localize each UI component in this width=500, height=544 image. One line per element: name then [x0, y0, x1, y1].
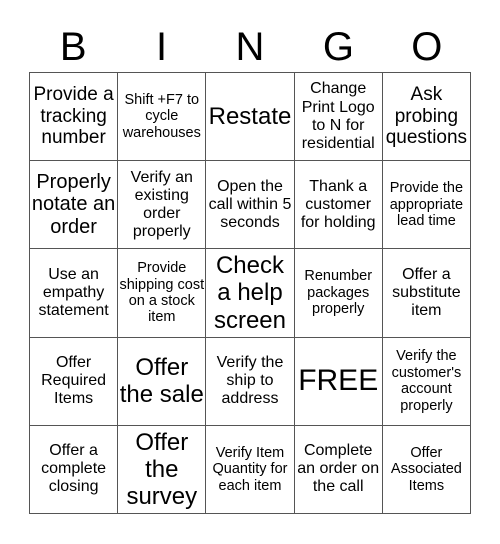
bingo-cell-i2[interactable]: Verify an existing order properly — [118, 161, 207, 250]
header-letter-i: I — [156, 25, 168, 69]
bingo-cell-n2[interactable]: Open the call within 5 seconds — [206, 161, 295, 250]
bingo-cell-o3[interactable]: Offer a substitute item — [382, 249, 471, 338]
bingo-cell-n4[interactable]: Verify the ship to address — [206, 337, 295, 426]
bingo-cell-g1[interactable]: Change Print Logo to N for residential — [294, 73, 383, 162]
bingo-cell-b2[interactable]: Properly notate an order — [30, 161, 119, 250]
bingo-cell-label: Offer the survey — [126, 428, 198, 510]
bingo-cell-n1[interactable]: Restate — [206, 73, 295, 162]
bingo-cell-label: Verify Item Quantity for each item — [212, 444, 288, 494]
bingo-cell-label: Restate — [208, 103, 292, 131]
bingo-cell-g2[interactable]: Thank a customer for holding — [294, 161, 383, 250]
bingo-cell-i3[interactable]: Provide shipping cost on a stock item — [118, 249, 207, 338]
bingo-cell-label: Provide shipping cost on a stock item — [119, 260, 205, 326]
bingo-cell-label: Offer Required Items — [41, 354, 107, 408]
bingo-cell-label: Offer a complete closing — [41, 442, 107, 496]
bingo-cell-label: FREE — [298, 364, 379, 398]
bingo-cell-label: Change Print Logo to N for residential — [301, 80, 375, 152]
bingo-cell-label: Use an empathy statement — [38, 265, 109, 320]
bingo-cell-n3[interactable]: Check a help screen — [206, 249, 295, 338]
bingo-cell-o2[interactable]: Provide the appropriate lead time — [382, 161, 471, 250]
bingo-cell-label: Open the call within 5 seconds — [208, 177, 292, 231]
bingo-cell-label: Offer Associated Items — [390, 444, 462, 494]
bingo-cell-label: Verify the ship to address — [216, 354, 284, 408]
bingo-cell-label: Verify the customer's account properly — [391, 348, 462, 414]
bingo-cell-b5[interactable]: Offer a complete closing — [30, 425, 119, 514]
header-letter-n: N — [235, 25, 265, 69]
bingo-cell-label: Verify an existing order properly — [130, 168, 193, 240]
bingo-cell-o4[interactable]: Verify the customer's account properly — [382, 337, 471, 426]
bingo-cell-label: Provide a tracking number — [33, 84, 114, 149]
bingo-cell-label: Renumber packages properly — [304, 268, 373, 318]
bingo-header: B I N G O — [29, 22, 471, 72]
bingo-cell-label: Offer the sale — [119, 354, 204, 409]
bingo-cell-i5[interactable]: Offer the survey — [118, 425, 207, 514]
header-letter-o: O — [411, 25, 443, 69]
bingo-cell-i1[interactable]: Shift +F7 to cycle warehouses — [118, 73, 207, 162]
bingo-cell-label: Provide the appropriate lead time — [389, 180, 464, 229]
bingo-cell-free-space[interactable]: FREE — [294, 337, 383, 426]
bingo-cell-label: Check a help screen — [213, 252, 287, 334]
bingo-cell-b1[interactable]: Provide a tracking number — [30, 73, 119, 162]
bingo-cell-o1[interactable]: Ask probing questions — [382, 73, 471, 162]
bingo-cell-label: Properly notate an order — [31, 170, 116, 239]
bingo-cell-g5[interactable]: Complete an order on the call — [294, 425, 383, 514]
bingo-cell-o5[interactable]: Offer Associated Items — [382, 425, 471, 514]
bingo-cell-label: Offer a substitute item — [392, 265, 461, 320]
bingo-cell-label: Complete an order on the call — [297, 442, 380, 496]
bingo-cell-i4[interactable]: Offer the sale — [118, 337, 207, 426]
header-letter-g: G — [322, 25, 354, 69]
bingo-cell-label: Ask probing questions — [385, 84, 468, 149]
bingo-cell-b4[interactable]: Offer Required Items — [30, 337, 119, 426]
bingo-cell-g3[interactable]: Renumber packages properly — [294, 249, 383, 338]
bingo-grid: Provide a tracking number Shift +F7 to cy… — [29, 72, 471, 514]
bingo-cell-label: Shift +F7 to cycle warehouses — [122, 92, 201, 141]
bingo-cell-label: Thank a customer for holding — [300, 177, 376, 231]
bingo-cell-b3[interactable]: Use an empathy statement — [30, 249, 119, 338]
bingo-cell-n5[interactable]: Verify Item Quantity for each item — [206, 425, 295, 514]
header-letter-b: B — [59, 25, 87, 69]
